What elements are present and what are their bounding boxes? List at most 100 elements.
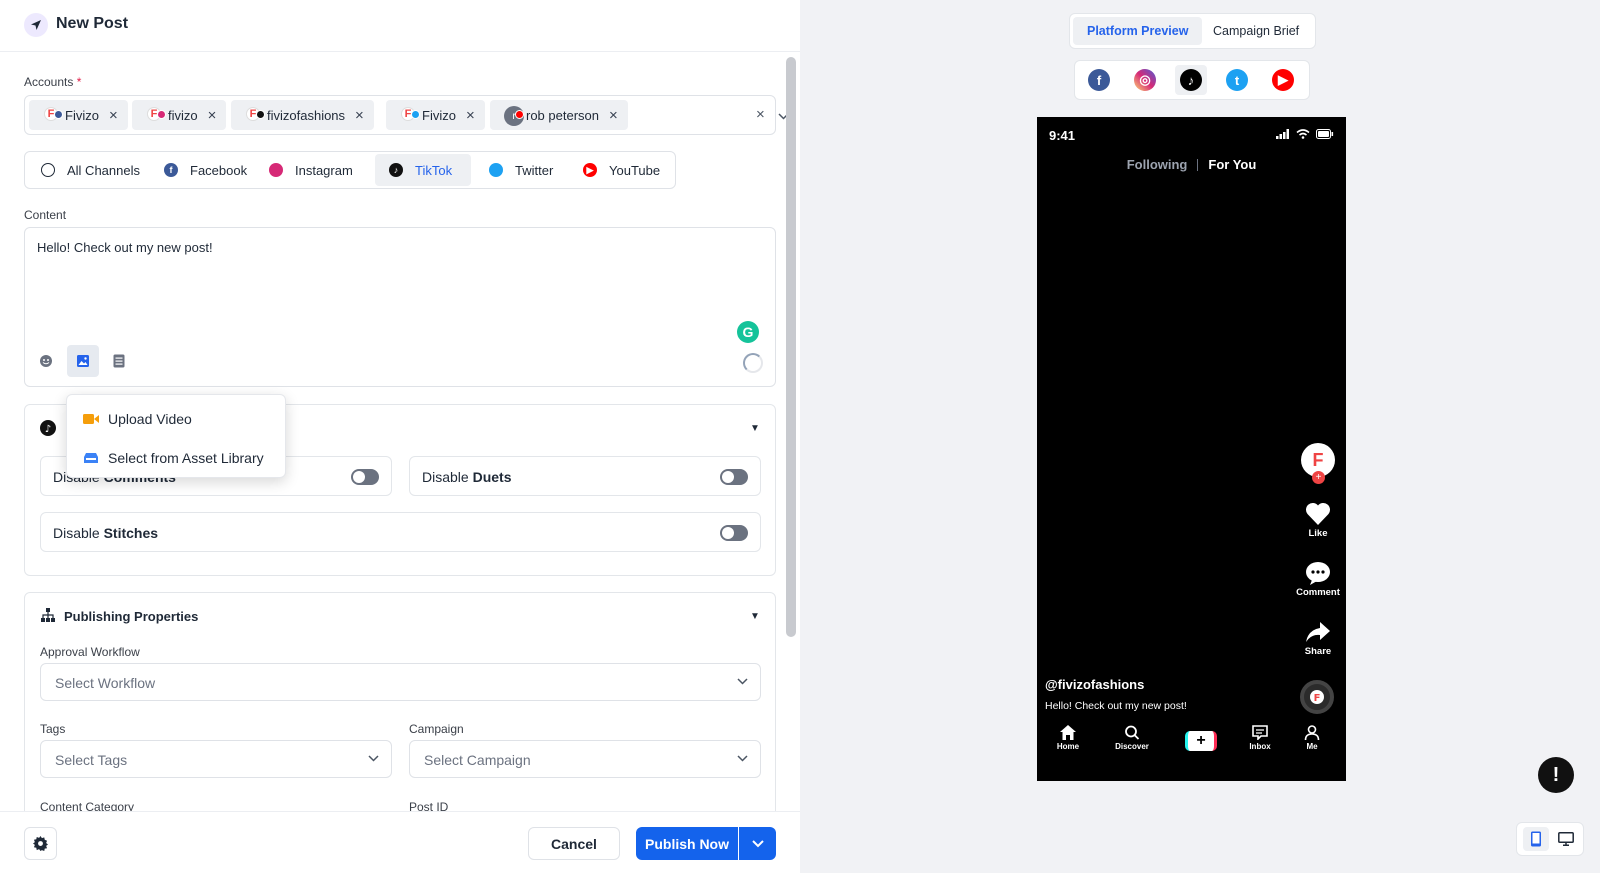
phone-time: 9:41 bbox=[1049, 128, 1076, 143]
disable-duets-toggle[interactable] bbox=[720, 469, 748, 485]
account-chip: F fivizo × bbox=[132, 100, 227, 130]
composer-footer: Cancel Publish Now bbox=[0, 811, 800, 873]
preview-twitter-button[interactable]: t bbox=[1221, 65, 1253, 95]
account-chip: r rob peterson × bbox=[490, 100, 628, 130]
tab-tiktok[interactable]: ♪ TikTok bbox=[375, 154, 471, 186]
tab-youtube[interactable]: ▶ YouTube bbox=[569, 154, 674, 186]
tab-platform-preview[interactable]: Platform Preview bbox=[1073, 17, 1203, 45]
remove-chip-icon[interactable]: × bbox=[208, 107, 217, 124]
phone-status-bar bbox=[1276, 129, 1334, 139]
content-editor[interactable]: Hello! Check out my new post! G bbox=[24, 227, 776, 387]
phone-tab-following: Following bbox=[1126, 157, 1188, 172]
remove-chip-icon[interactable]: × bbox=[466, 107, 475, 124]
disable-duets-row: Disable Duets bbox=[409, 456, 761, 496]
tab-campaign-brief[interactable]: Campaign Brief bbox=[1199, 17, 1313, 45]
facebook-icon: f bbox=[1088, 69, 1110, 91]
video-camera-icon bbox=[83, 414, 99, 424]
scrollbar[interactable] bbox=[786, 57, 796, 637]
media-button[interactable] bbox=[67, 345, 99, 377]
disable-comments-toggle[interactable] bbox=[351, 469, 379, 485]
loading-spinner-icon bbox=[743, 353, 763, 373]
disable-duets-label: Disable Duets bbox=[422, 469, 512, 485]
heart-icon bbox=[1305, 502, 1331, 525]
wifi-icon bbox=[1296, 129, 1310, 139]
send-icon bbox=[24, 13, 48, 37]
tab-all-channels[interactable]: All Channels bbox=[27, 154, 154, 186]
youtube-icon: ▶ bbox=[583, 163, 597, 177]
approval-workflow-select[interactable]: Select Workflow bbox=[40, 663, 761, 701]
feedback-alert-icon[interactable]: ! bbox=[1538, 757, 1574, 793]
nav-inbox: Inbox bbox=[1235, 725, 1285, 751]
account-avatar: F bbox=[146, 106, 166, 124]
publish-now-button[interactable]: Publish Now bbox=[636, 827, 738, 860]
tags-select[interactable]: Select Tags bbox=[40, 740, 392, 778]
remove-chip-icon[interactable]: × bbox=[609, 107, 618, 124]
notes-button[interactable] bbox=[103, 345, 135, 377]
phone-bottom-nav: Home Discover + Inbox Me bbox=[1037, 725, 1346, 765]
composer-panel: New Post Accounts * F Fivizo × F fivizo × … bbox=[0, 0, 800, 873]
upload-video-item[interactable]: Upload Video bbox=[83, 411, 192, 427]
clear-all-icon[interactable]: × bbox=[756, 106, 765, 123]
page-title: New Post bbox=[56, 15, 129, 32]
disable-stitches-row: Disable Stitches bbox=[40, 512, 761, 552]
facebook-icon: f bbox=[164, 163, 178, 177]
content-label: Content bbox=[24, 208, 67, 222]
cancel-button[interactable]: Cancel bbox=[528, 827, 620, 860]
battery-icon bbox=[1316, 129, 1334, 139]
tiktok-phone-preview: 9:41 Following For You F + Like Comment … bbox=[1037, 117, 1346, 781]
music-disc-icon: F bbox=[1300, 680, 1334, 714]
settings-button[interactable] bbox=[24, 827, 57, 860]
tags-label: Tags bbox=[40, 722, 66, 736]
grammarly-icon[interactable]: G bbox=[737, 321, 759, 343]
preview-tiktok-button[interactable]: ♪ bbox=[1175, 65, 1207, 95]
tab-twitter[interactable]: Twitter bbox=[475, 154, 567, 186]
svg-text:F: F bbox=[1314, 693, 1321, 704]
instagram-icon: ◎ bbox=[1134, 69, 1156, 91]
chevron-down-icon bbox=[737, 678, 748, 685]
chevron-down-icon bbox=[737, 755, 748, 762]
collapse-caret-icon[interactable]: ▼ bbox=[750, 423, 760, 434]
remove-chip-icon[interactable]: × bbox=[109, 107, 118, 124]
tiktok-icon: ♪ bbox=[1180, 69, 1202, 91]
accounts-select[interactable]: F Fivizo × F fivizo × F fivizofashions × F … bbox=[24, 95, 789, 135]
comment-action: Comment bbox=[1288, 561, 1348, 598]
phone-tab-for-you: For You bbox=[1208, 157, 1257, 172]
campaign-select[interactable]: Select Campaign bbox=[409, 740, 761, 778]
account-avatar: F bbox=[43, 106, 63, 124]
accounts-label: Accounts * bbox=[24, 75, 82, 89]
phone-caption: Hello! Check out my new post! bbox=[1045, 700, 1187, 712]
library-icon bbox=[84, 453, 98, 463]
disable-stitches-toggle[interactable] bbox=[720, 525, 748, 541]
disable-stitches-label: Disable Stitches bbox=[53, 525, 159, 541]
publish-options-button[interactable] bbox=[739, 827, 776, 860]
asset-library-item[interactable]: Select from Asset Library bbox=[83, 450, 264, 466]
share-action: Share bbox=[1288, 620, 1348, 657]
nav-home: Home bbox=[1043, 725, 1093, 751]
home-icon bbox=[1060, 725, 1076, 740]
collapse-caret-icon[interactable]: ▼ bbox=[750, 611, 760, 622]
profile-icon bbox=[1304, 725, 1320, 740]
signal-icon bbox=[1276, 129, 1289, 139]
svg-text:♪: ♪ bbox=[45, 424, 51, 435]
share-icon bbox=[1306, 622, 1330, 642]
emoji-icon bbox=[40, 355, 52, 367]
document-icon bbox=[113, 354, 125, 368]
image-icon bbox=[77, 355, 89, 367]
tab-instagram[interactable]: Instagram bbox=[255, 154, 367, 186]
mobile-view-button[interactable] bbox=[1523, 827, 1549, 851]
content-text[interactable]: Hello! Check out my new post! bbox=[37, 240, 213, 255]
remove-chip-icon[interactable]: × bbox=[355, 107, 364, 124]
emoji-button[interactable] bbox=[30, 345, 62, 377]
nav-me: Me bbox=[1287, 725, 1337, 751]
preview-youtube-button[interactable]: ▶ bbox=[1267, 65, 1299, 95]
phone-feed-tabs: Following For You bbox=[1037, 157, 1346, 172]
preview-instagram-button[interactable]: ◎ bbox=[1129, 65, 1161, 95]
hierarchy-icon bbox=[40, 607, 56, 626]
desktop-view-button[interactable] bbox=[1553, 827, 1579, 851]
preview-facebook-button[interactable]: f bbox=[1083, 65, 1115, 95]
account-avatar: r bbox=[504, 106, 524, 126]
device-toggle bbox=[1516, 822, 1584, 856]
campaign-label: Campaign bbox=[409, 722, 464, 736]
approval-workflow-label: Approval Workflow bbox=[40, 645, 140, 659]
tab-facebook[interactable]: f Facebook bbox=[150, 154, 261, 186]
